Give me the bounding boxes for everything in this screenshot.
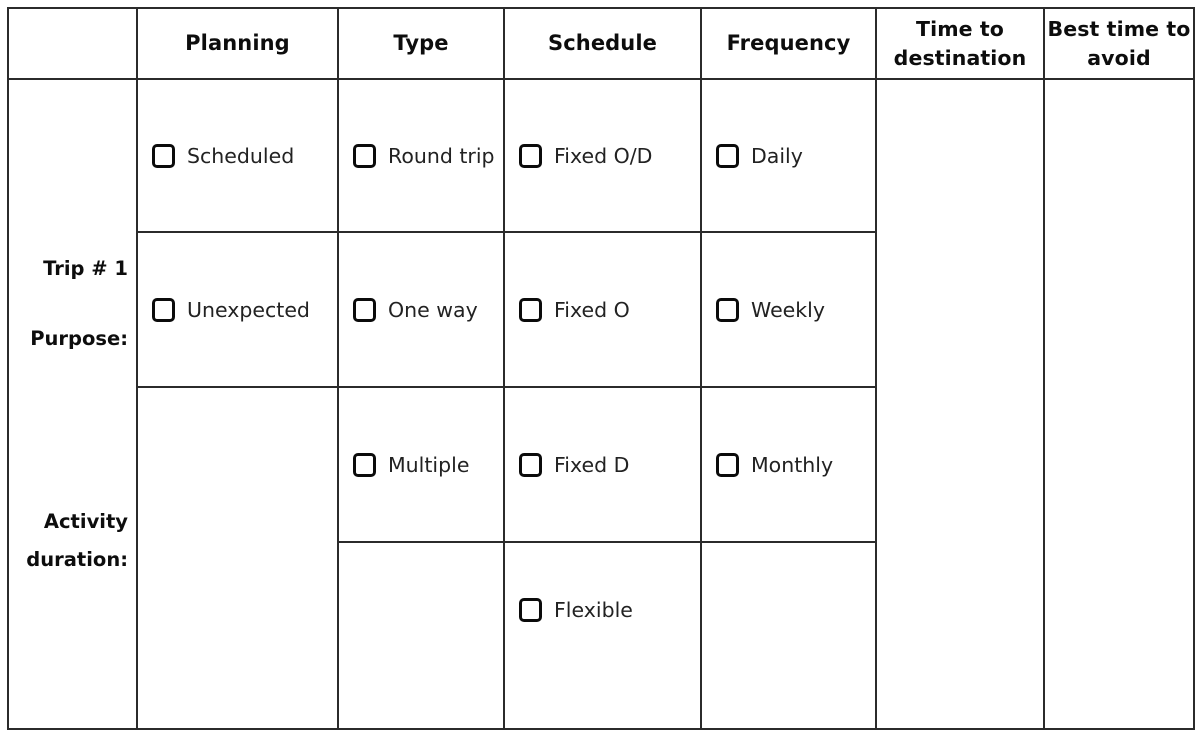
option-weekly[interactable]: Weekly	[702, 297, 875, 322]
header-best-time-to-avoid: Best time to avoid	[1043, 7, 1195, 80]
option-weekly-label: Weekly	[751, 297, 825, 322]
row-label-purpose: Purpose:	[30, 327, 128, 350]
cell-schedule-fixed-d[interactable]: Fixed D	[503, 386, 702, 543]
option-fixed-o[interactable]: Fixed O	[505, 297, 700, 322]
cell-best-time-to-avoid-input[interactable]	[1043, 78, 1195, 730]
cell-type-round-trip[interactable]: Round trip	[337, 78, 505, 233]
option-flexible-label: Flexible	[554, 597, 633, 622]
header-best-time-to-avoid-line2: avoid	[1087, 45, 1151, 70]
option-fixed-od[interactable]: Fixed O/D	[505, 143, 700, 168]
cell-frequency-monthly[interactable]: Monthly	[700, 386, 877, 543]
checkbox-weekly[interactable]	[716, 297, 739, 322]
row-label-activity-line1: Activity	[43, 510, 128, 533]
cell-schedule-fixed-o[interactable]: Fixed O	[503, 231, 702, 388]
cell-type-blank[interactable]	[337, 541, 505, 730]
option-unexpected-label: Unexpected	[187, 297, 310, 322]
option-monthly-label: Monthly	[751, 452, 834, 477]
option-daily[interactable]: Daily	[702, 143, 875, 168]
option-unexpected[interactable]: Unexpected	[138, 297, 337, 322]
option-fixed-d[interactable]: Fixed D	[505, 452, 700, 477]
row-label-column: Trip # 1 Purpose: Activity duration:	[7, 78, 138, 730]
option-round-trip-label: Round trip	[388, 143, 495, 168]
table-header-row: Planning Type Schedule Frequency Time to…	[7, 7, 1195, 80]
checkbox-fixed-o[interactable]	[519, 297, 542, 322]
option-fixed-o-label: Fixed O	[554, 297, 630, 322]
option-one-way[interactable]: One way	[339, 297, 503, 322]
option-fixed-d-label: Fixed D	[554, 452, 630, 477]
checkbox-daily[interactable]	[716, 143, 739, 168]
checkbox-scheduled[interactable]	[152, 143, 175, 168]
option-daily-label: Daily	[751, 143, 803, 168]
cell-schedule-fixed-od[interactable]: Fixed O/D	[503, 78, 702, 233]
trip-planning-table: Planning Type Schedule Frequency Time to…	[7, 7, 1195, 730]
cell-time-to-destination-input[interactable]	[875, 78, 1045, 730]
checkbox-one-way[interactable]	[353, 297, 376, 322]
header-time-to-destination-line2: destination	[893, 45, 1027, 70]
option-scheduled-label: Scheduled	[187, 143, 295, 168]
checkbox-fixed-od[interactable]	[519, 143, 542, 168]
checkbox-round-trip[interactable]	[353, 143, 376, 168]
option-one-way-label: One way	[388, 297, 478, 322]
table-row: Trip # 1 Purpose: Activity duration: Sch…	[7, 78, 1195, 730]
worksheet-table-page: Planning Type Schedule Frequency Time to…	[0, 0, 1200, 739]
option-round-trip[interactable]: Round trip	[339, 143, 503, 168]
option-scheduled[interactable]: Scheduled	[138, 143, 337, 168]
option-multiple-label: Multiple	[388, 452, 470, 477]
option-flexible[interactable]: Flexible	[505, 597, 700, 622]
header-planning: Planning	[136, 7, 339, 80]
header-best-time-to-avoid-line1: Best time to	[1047, 16, 1191, 41]
header-corner-blank	[7, 7, 138, 80]
option-multiple[interactable]: Multiple	[339, 452, 503, 477]
header-frequency: Frequency	[700, 7, 877, 80]
header-type: Type	[337, 7, 505, 80]
row-label-trip: Trip # 1	[43, 257, 128, 280]
cell-planning-unexpected[interactable]: Unexpected	[136, 231, 339, 388]
cell-frequency-weekly[interactable]: Weekly	[700, 231, 877, 388]
cell-type-multiple[interactable]: Multiple	[337, 386, 505, 543]
option-monthly[interactable]: Monthly	[702, 452, 875, 477]
checkbox-monthly[interactable]	[716, 452, 739, 477]
cell-type-one-way[interactable]: One way	[337, 231, 505, 388]
cell-planning-blank[interactable]	[136, 386, 339, 730]
cell-schedule-flexible[interactable]: Flexible	[503, 541, 702, 730]
cell-frequency-blank[interactable]	[700, 541, 877, 730]
row-label-activity-line2: duration:	[26, 548, 128, 571]
checkbox-flexible[interactable]	[519, 597, 542, 622]
option-fixed-od-label: Fixed O/D	[554, 143, 653, 168]
header-time-to-destination: Time to destination	[875, 7, 1045, 80]
header-time-to-destination-line1: Time to	[916, 16, 1004, 41]
cell-frequency-daily[interactable]: Daily	[700, 78, 877, 233]
checkbox-multiple[interactable]	[353, 452, 376, 477]
cell-planning-scheduled[interactable]: Scheduled	[136, 78, 339, 233]
checkbox-unexpected[interactable]	[152, 297, 175, 322]
header-schedule: Schedule	[503, 7, 702, 80]
checkbox-fixed-d[interactable]	[519, 452, 542, 477]
